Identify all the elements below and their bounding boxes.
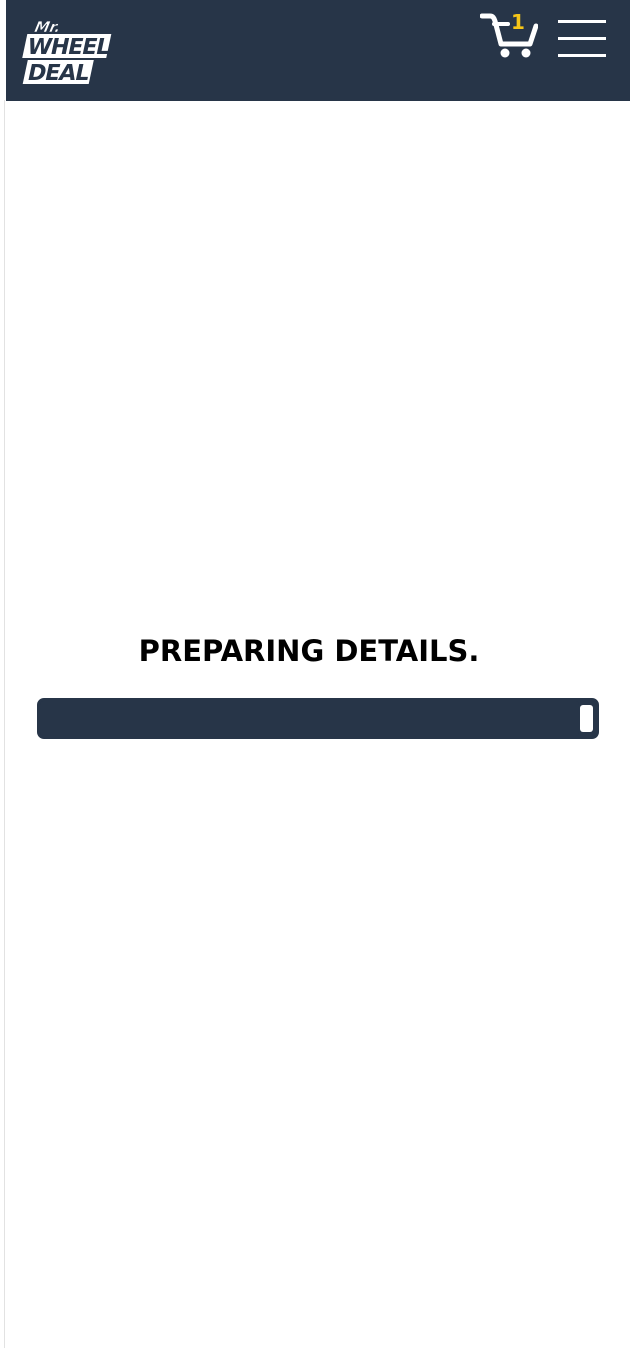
hamburger-menu-icon-line-bottom <box>558 54 606 57</box>
svg-text:WHEEL: WHEEL <box>25 34 113 60</box>
loading-status-title: PREPARING DETAILS. <box>138 634 480 668</box>
cart-icon <box>479 13 539 58</box>
logo-link[interactable]: Mr. WHEEL DEAL <box>20 12 118 92</box>
loading-progress-bar <box>37 698 599 739</box>
left-edge-divider <box>4 100 5 1348</box>
menu-button[interactable] <box>558 18 608 60</box>
cart-count-badge: 1 <box>511 10 525 34</box>
hamburger-menu-icon-line-top <box>558 20 606 23</box>
loading-progress-remaining <box>580 705 593 732</box>
svg-text:DEAL: DEAL <box>25 60 92 86</box>
cart-button[interactable]: 1 <box>479 10 539 62</box>
hamburger-menu-icon-line-middle <box>558 37 606 40</box>
wheel-deal-logo: Mr. WHEEL DEAL <box>22 18 113 86</box>
page: Mr. WHEEL DEAL 1 PREPARING DETAILS. <box>0 0 630 1348</box>
site-header: Mr. WHEEL DEAL 1 <box>6 0 630 101</box>
loading-progress-fill <box>40 701 580 736</box>
